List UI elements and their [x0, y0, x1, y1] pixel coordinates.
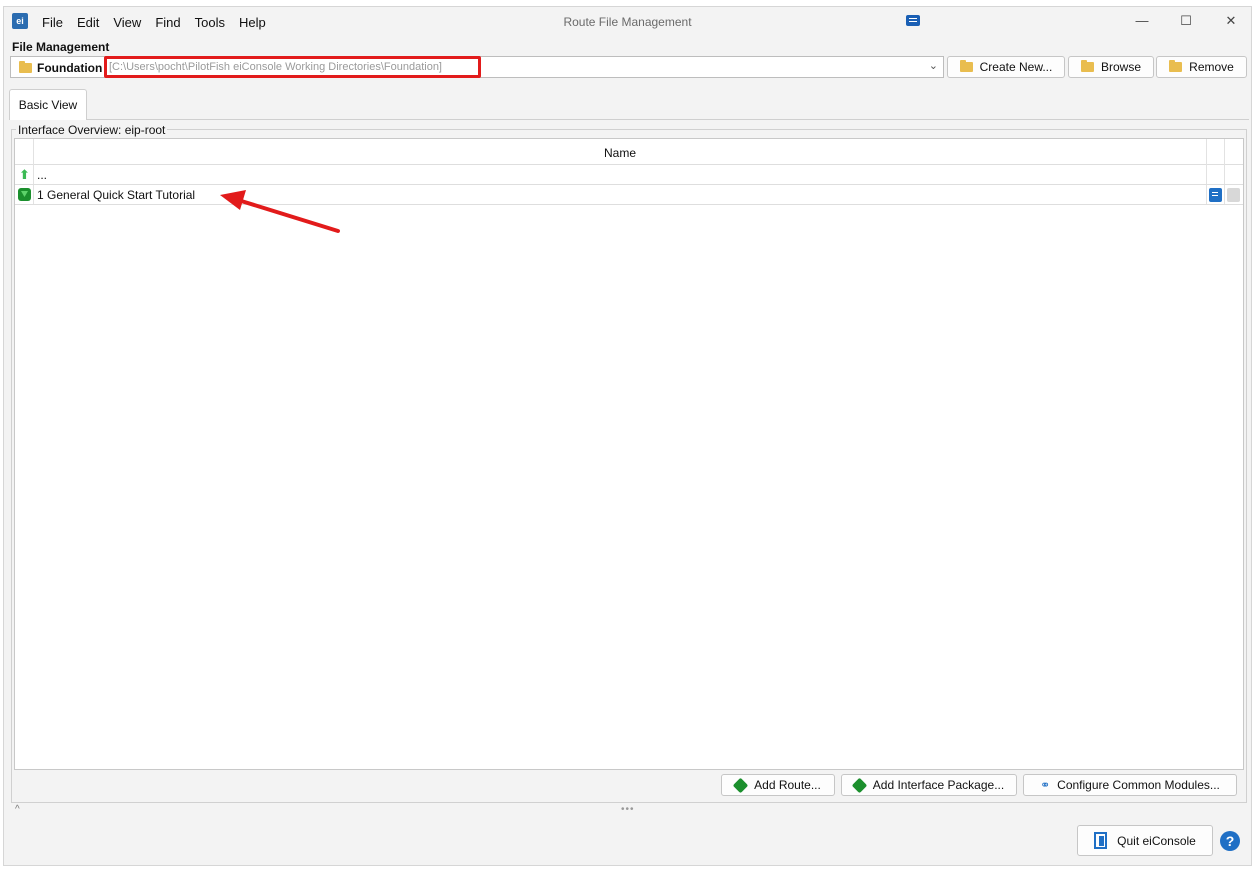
- chevron-down-icon[interactable]: ⌄: [929, 59, 938, 72]
- folder-icon: [19, 61, 32, 73]
- working-directory-select[interactable]: Foundation [C:\Users\pocht\PilotFish eiC…: [10, 56, 944, 78]
- route-gear-icon: [732, 777, 749, 793]
- add-interface-package-label: Add Interface Package...: [872, 778, 1005, 792]
- create-new-label: Create New...: [979, 60, 1053, 74]
- tab-strip-line: [9, 119, 1249, 120]
- quit-eiconsole-button[interactable]: Quit eiConsole: [1077, 825, 1213, 856]
- title-bar: ei File Edit View Find Tools Help Route …: [4, 7, 1251, 38]
- add-interface-package-button[interactable]: Add Interface Package...: [841, 774, 1017, 796]
- package-icon: [18, 188, 31, 201]
- remove-button[interactable]: Remove: [1156, 56, 1247, 78]
- interface-overview-title: Interface Overview: eip-root: [16, 123, 168, 137]
- browse-folder-icon: [1080, 60, 1094, 72]
- close-button[interactable]: ✕: [1219, 11, 1243, 31]
- tab-basic-view[interactable]: Basic View: [9, 89, 87, 120]
- new-folder-icon: [959, 60, 973, 72]
- contact-card-icon[interactable]: [906, 15, 920, 26]
- maximize-button[interactable]: ☐: [1174, 11, 1198, 31]
- browse-label: Browse: [1100, 60, 1141, 74]
- edit-icon[interactable]: [1209, 188, 1222, 202]
- exit-door-icon: [1094, 832, 1108, 849]
- package-add-icon: [851, 777, 868, 793]
- working-directory-name: Foundation: [37, 61, 103, 75]
- file-management-label: File Management: [12, 40, 110, 54]
- app-window: ei File Edit View Find Tools Help Route …: [3, 6, 1252, 866]
- browse-button[interactable]: Browse: [1068, 56, 1154, 78]
- create-new-button[interactable]: Create New...: [947, 56, 1065, 78]
- link-icon: ⚭: [1040, 778, 1051, 792]
- help-icon[interactable]: ?: [1220, 831, 1240, 851]
- splitter-handle[interactable]: •••: [621, 804, 635, 815]
- quit-label: Quit eiConsole: [1117, 833, 1196, 848]
- window-title: Route File Management: [563, 15, 692, 29]
- collapse-icon[interactable]: ^: [15, 804, 20, 815]
- add-route-label: Add Route...: [754, 778, 821, 792]
- up-arrow-icon: ⬆: [19, 167, 30, 182]
- table-header: Name: [15, 139, 1243, 165]
- remove-folder-icon: [1169, 60, 1183, 72]
- add-route-button[interactable]: Add Route...: [721, 774, 835, 796]
- table-row-tutorial[interactable]: 1 General Quick Start Tutorial: [15, 185, 1243, 205]
- table-row-parent[interactable]: ⬆ ...: [15, 165, 1243, 185]
- minimize-button[interactable]: —: [1130, 11, 1154, 31]
- interface-table: Name ⬆ ... 1 General Quick Start Tutoria…: [14, 138, 1244, 770]
- configure-common-modules-label: Configure Common Modules...: [1057, 778, 1220, 792]
- row-label: ...: [37, 168, 48, 182]
- remove-label: Remove: [1189, 60, 1234, 74]
- info-icon[interactable]: [1227, 188, 1240, 202]
- configure-common-modules-button[interactable]: ⚭ Configure Common Modules...: [1023, 774, 1237, 796]
- row-label: 1 General Quick Start Tutorial: [37, 188, 196, 202]
- path-highlight-box: [104, 56, 481, 78]
- column-header-name[interactable]: Name: [15, 146, 1225, 160]
